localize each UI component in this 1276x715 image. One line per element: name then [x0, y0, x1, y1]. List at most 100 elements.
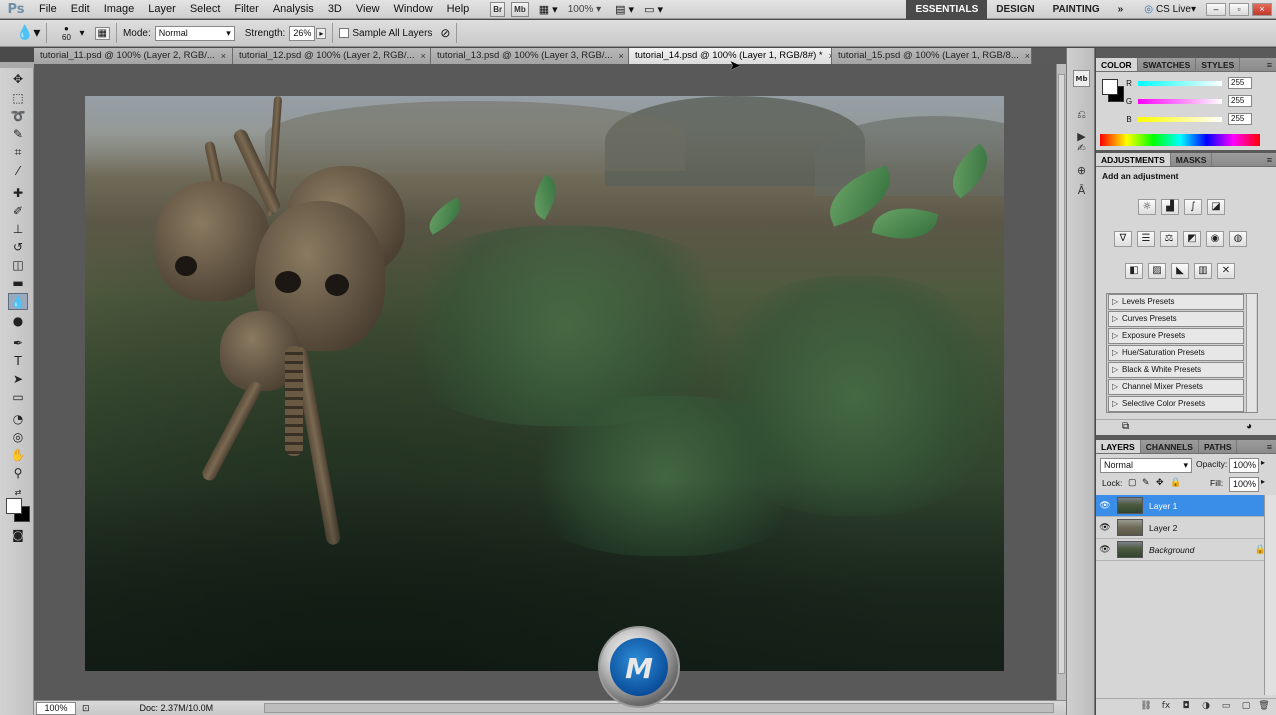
blue-slider[interactable] — [1138, 116, 1222, 122]
black-white-icon[interactable]: ◩ — [1183, 231, 1201, 247]
workspace-more-icon[interactable]: » — [1109, 0, 1133, 19]
arrange-documents-icon[interactable]: ▤ ▾ — [615, 3, 634, 16]
blur-tool-icon[interactable]: 💧 — [8, 293, 28, 310]
menu-select[interactable]: Select — [183, 0, 228, 19]
levels-icon[interactable]: ▟ — [1161, 199, 1179, 215]
path-selection-tool-icon[interactable]: ➤ — [8, 370, 28, 387]
close-button[interactable]: × — [1252, 2, 1272, 16]
threshold-icon[interactable]: ◣ — [1171, 263, 1189, 279]
close-icon[interactable]: × — [420, 48, 425, 64]
clone-stamp-tool-icon[interactable]: ⊥ — [8, 220, 28, 237]
pen-tool-icon[interactable]: ✒ — [8, 334, 28, 351]
toolbox-grip[interactable] — [0, 62, 34, 68]
character-panel-icon[interactable]: Ā — [1073, 182, 1090, 199]
fill-input[interactable]: 100% — [1229, 477, 1259, 492]
view-extras-icon[interactable]: ▦ ▾ — [539, 3, 558, 16]
menu-analysis[interactable]: Analysis — [266, 0, 321, 19]
blue-value-input[interactable]: 255 — [1228, 113, 1252, 125]
workspace-essentials[interactable]: ESSENTIALS — [906, 0, 988, 19]
strength-slider-toggle-icon[interactable]: ▸ — [316, 27, 327, 39]
cs-live-button[interactable]: ◎ CS Live ▾ — [1144, 4, 1196, 15]
canvas-area[interactable] — [34, 64, 1056, 700]
layer-row-layer-2[interactable]: 👁 Layer 2 — [1096, 517, 1276, 539]
tab-swatches[interactable]: SWATCHES — [1138, 58, 1197, 71]
blur-tool-preset-icon[interactable]: 💧▾ — [16, 25, 40, 41]
layer-row-layer-1[interactable]: 👁 Layer 1 — [1096, 495, 1276, 517]
green-value-input[interactable]: 255 — [1228, 95, 1252, 107]
close-icon[interactable]: × — [1025, 48, 1030, 64]
status-info-icon[interactable]: ⊡ — [82, 703, 90, 714]
hue-saturation-icon[interactable]: ☰ — [1137, 231, 1155, 247]
tab-color[interactable]: COLOR — [1096, 58, 1138, 71]
doc-tab-tutorial-12[interactable]: tutorial_12.psd @ 100% (Layer 2, RGB/...… — [233, 48, 431, 64]
zoom-level-select[interactable]: 100% ▾ — [568, 4, 601, 15]
quick-selection-tool-icon[interactable]: ✎ — [8, 125, 28, 142]
zoom-tool-icon[interactable]: ⚲ — [8, 464, 28, 481]
hand-tool-icon[interactable]: ✋ — [8, 446, 28, 463]
document-canvas[interactable] — [85, 96, 1004, 671]
preset-channel-mixer[interactable]: ▷ Channel Mixer Presets — [1108, 379, 1244, 395]
red-slider[interactable] — [1138, 80, 1222, 86]
move-tool-icon[interactable]: ✥ — [8, 70, 28, 87]
posterize-icon[interactable]: ▨ — [1148, 263, 1166, 279]
crop-tool-icon[interactable]: ⌗ — [8, 144, 28, 161]
panel-menu-icon[interactable]: ≡ — [1267, 58, 1276, 71]
dodge-tool-icon[interactable]: ● — [8, 312, 28, 329]
opacity-arrow-icon[interactable]: ▸ — [1261, 458, 1265, 467]
selective-color-icon[interactable]: ✕ — [1217, 263, 1235, 279]
screen-mode-icon[interactable]: ▭ ▾ — [644, 3, 663, 16]
minimize-button[interactable]: – — [1206, 2, 1226, 16]
eye-icon[interactable]: 👁 — [1096, 544, 1114, 555]
tab-styles[interactable]: STYLES — [1196, 58, 1241, 71]
doc-tab-tutorial-15[interactable]: tutorial_15.psd @ 100% (Layer 1, RGB/8..… — [832, 48, 1032, 64]
mode-select[interactable]: Normal ▾ — [154, 25, 235, 41]
layer-style-icon[interactable]: fx — [1158, 699, 1174, 713]
history-panel-icon[interactable]: ⎌ — [1073, 106, 1090, 123]
clip-to-layer-icon[interactable]: ⧉ — [1122, 421, 1129, 432]
preset-levels[interactable]: ▷ Levels Presets — [1108, 294, 1244, 310]
eye-icon[interactable]: 👁 — [1096, 500, 1114, 511]
vibrance-icon[interactable]: ∇ — [1114, 231, 1132, 247]
color-balance-icon[interactable]: ⚖ — [1160, 231, 1178, 247]
tab-layers[interactable]: LAYERS — [1096, 440, 1141, 453]
tab-adjustments[interactable]: ADJUSTMENTS — [1096, 153, 1171, 166]
restore-button[interactable]: ▫ — [1229, 2, 1249, 16]
menu-view[interactable]: View — [349, 0, 387, 19]
delete-layer-icon[interactable]: 🗑 — [1256, 699, 1272, 713]
type-tool-icon[interactable]: T — [8, 352, 28, 369]
fill-arrow-icon[interactable]: ▸ — [1261, 477, 1265, 486]
curves-icon[interactable]: ∫ — [1184, 199, 1202, 215]
tab-paths[interactable]: PATHS — [1199, 440, 1238, 453]
workspace-design[interactable]: DESIGN — [987, 0, 1043, 19]
channel-mixer-icon[interactable]: ◍ — [1229, 231, 1247, 247]
horizontal-scrollbar[interactable] — [264, 703, 1054, 713]
pressure-icon[interactable]: ⊘ — [440, 26, 450, 40]
3d-orbit-tool-icon[interactable]: ◎ — [8, 428, 28, 445]
link-layers-icon[interactable]: ⛓ — [1138, 699, 1154, 713]
menu-3d[interactable]: 3D — [321, 0, 349, 19]
gradient-map-icon[interactable]: ▥ — [1194, 263, 1212, 279]
color-spectrum-ramp[interactable] — [1100, 134, 1260, 146]
eyedropper-tool-icon[interactable]: ⁄ — [8, 162, 28, 179]
eraser-tool-icon[interactable]: ◫ — [8, 256, 28, 273]
opacity-input[interactable]: 100% — [1229, 458, 1259, 473]
gradient-tool-icon[interactable]: ▬ — [8, 274, 28, 291]
eye-icon[interactable]: 👁 — [1096, 522, 1114, 533]
sample-all-layers-checkbox[interactable] — [339, 28, 350, 38]
shape-tool-icon[interactable]: ▭ — [8, 388, 28, 405]
red-value-input[interactable]: 255 — [1228, 77, 1252, 89]
invert-icon[interactable]: ◧ — [1125, 263, 1143, 279]
workspace-painting[interactable]: PAINTING — [1044, 0, 1109, 19]
3d-rotate-tool-icon[interactable]: ◔ — [8, 410, 28, 427]
history-brush-tool-icon[interactable]: ↺ — [8, 238, 28, 255]
exposure-icon[interactable]: ◪ — [1207, 199, 1225, 215]
tab-channels[interactable]: CHANNELS — [1141, 440, 1199, 453]
close-icon[interactable]: × — [618, 48, 623, 64]
presets-scrollbar[interactable] — [1246, 294, 1256, 412]
photo-filter-icon[interactable]: ◉ — [1206, 231, 1224, 247]
healing-brush-tool-icon[interactable]: ✚ — [8, 184, 28, 201]
new-group-icon[interactable]: ▭ — [1218, 699, 1234, 713]
lock-transparent-icon[interactable]: ▢ — [1128, 477, 1137, 488]
mini-bridge-button[interactable]: Mb — [511, 1, 529, 17]
preset-exposure[interactable]: ▷ Exposure Presets — [1108, 328, 1244, 344]
